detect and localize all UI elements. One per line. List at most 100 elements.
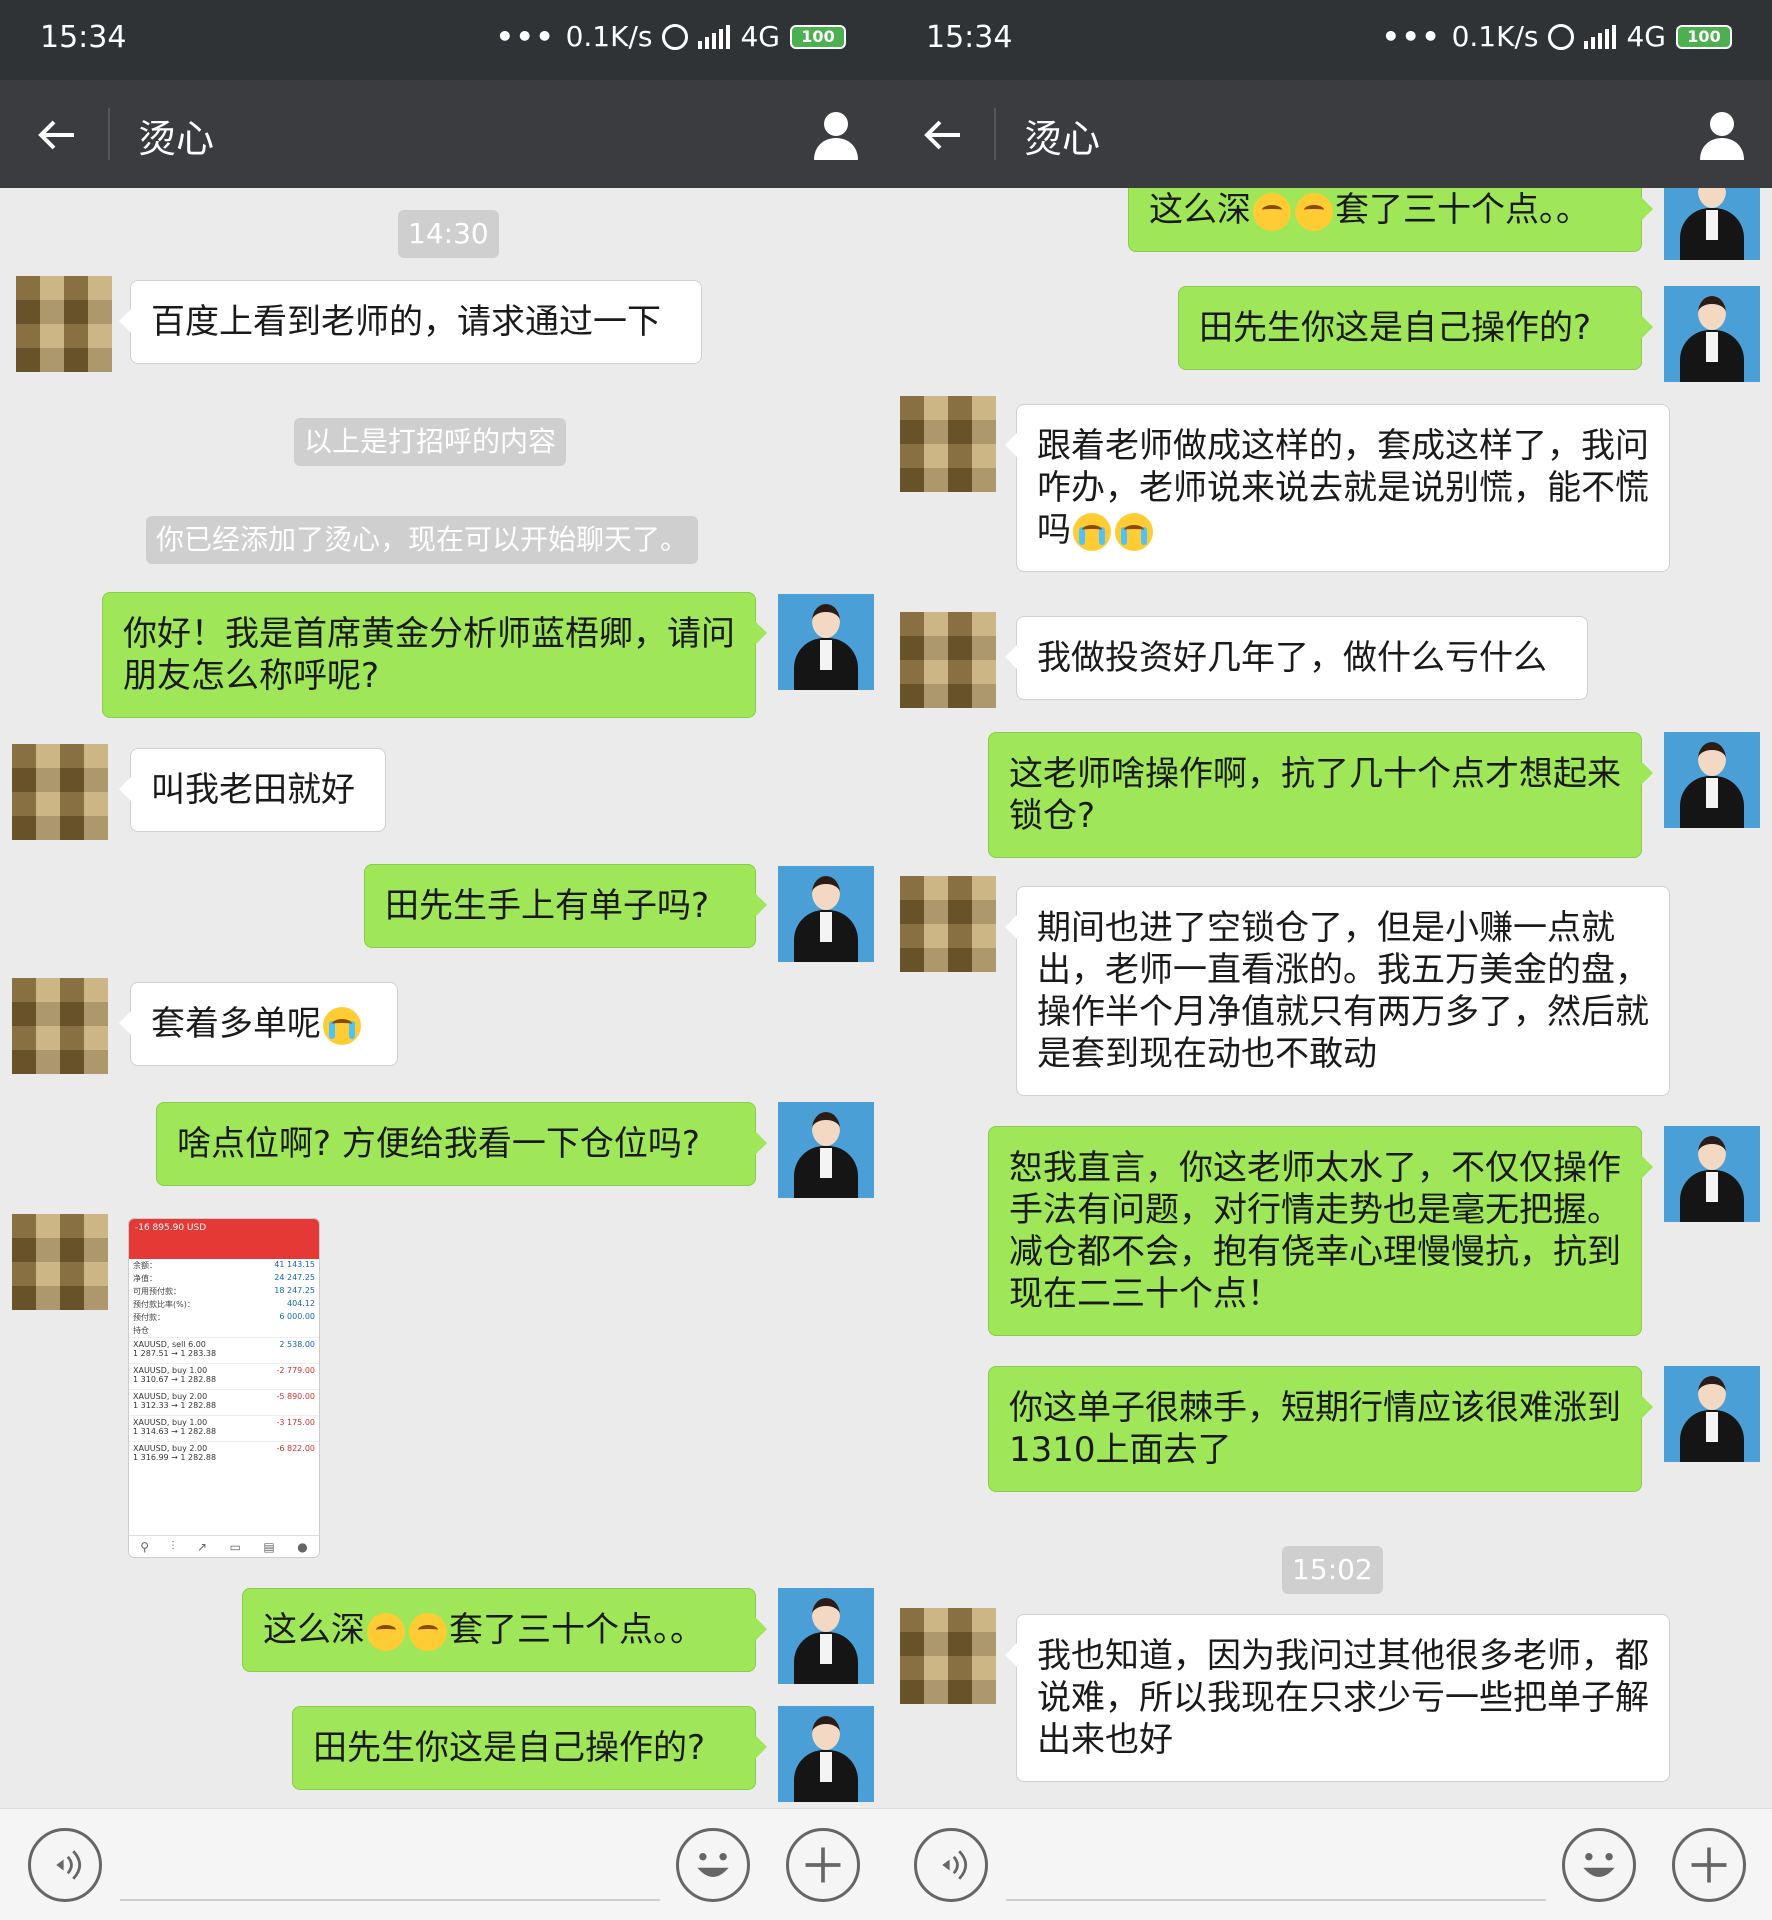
message-bubble[interactable]: 这老师啥操作啊，抗了几十个点才想起来锁仓? (988, 732, 1653, 858)
timestamp: 15:02 (1282, 1546, 1383, 1594)
screenshot-positions-label: 持仓 (133, 1326, 149, 1335)
screenshot-row: 预付款： 6 000.00 (133, 1312, 315, 1322)
contact-avatar[interactable] (12, 978, 108, 1074)
status-bar: 15:34 ••• 0.1K/s 4G 100 (886, 0, 1772, 80)
message-bubble[interactable]: 你好！我是首席黄金分析师蓝梧卿，请问朋友怎么称呼呢? (102, 592, 767, 718)
emoji-icon[interactable] (676, 1828, 750, 1902)
contact-avatar[interactable] (900, 876, 996, 972)
message-input[interactable] (1006, 1899, 1546, 1901)
voice-icon[interactable] (914, 1828, 988, 1902)
network-speed: 0.1K/s (565, 20, 653, 53)
sweat-emoji-icon (1295, 192, 1333, 231)
message-bubble[interactable]: 啥点位啊? 方便给我看一下仓位吗? (156, 1102, 767, 1186)
alarm-icon (662, 23, 689, 50)
message-text: 套了三十个点。。 (449, 1610, 704, 1650)
message-bubble[interactable]: 我做投资好几年了，做什么亏什么 (1005, 616, 1588, 700)
message-text: 套了三十个点。。 (1335, 190, 1590, 230)
status-indicators: ••• 0.1K/s 4G 100 (496, 20, 846, 53)
chat-header: 烫心 (0, 80, 886, 188)
chat-panel-right: 这么深 套了三十个点。。 田先生你这是自己操作的? 跟着老师做成这样的，套成这样了… (886, 0, 1772, 1920)
network-type: 4G (1626, 20, 1666, 53)
back-arrow-icon[interactable] (30, 108, 84, 162)
network-speed: 0.1K/s (1451, 20, 1539, 53)
message-text: 套着多单呢 (151, 1004, 321, 1044)
contact-avatar[interactable] (900, 612, 996, 708)
emoji-icon[interactable] (1562, 1828, 1636, 1902)
signal-icon (1584, 24, 1617, 49)
plus-icon[interactable] (1672, 1828, 1746, 1902)
image-message[interactable]: -16 895.90 USD 余额： 41 143.15 净值： 24 247.25… (128, 1218, 320, 1558)
voice-icon[interactable] (28, 1828, 102, 1902)
message-bubble[interactable]: 田先生手上有单子吗? (364, 864, 767, 948)
chat-title: 烫心 (138, 117, 215, 161)
screenshot-row: 可用预付款： 18 247.25 (133, 1286, 315, 1296)
timestamp: 14:30 (398, 210, 499, 258)
message-bubble[interactable]: 这么深 套了三十个点。。 (242, 1588, 767, 1672)
status-bar: 15:34 ••• 0.1K/s 4G 100 (0, 0, 886, 80)
message-text: 这么深 (263, 1610, 365, 1650)
system-message: 以上是打招呼的内容 (294, 418, 567, 466)
contact-avatar[interactable] (12, 744, 108, 840)
input-bar (0, 1808, 886, 1920)
network-type: 4G (740, 20, 780, 53)
my-avatar[interactable] (1664, 732, 1760, 828)
my-avatar[interactable] (778, 1102, 874, 1198)
message-text: 这么深 (1149, 190, 1251, 230)
screenshot-row: 净值： 24 247.25 (133, 1273, 315, 1283)
screenshot-trade: XAUUSD, buy 1.00 1 314.63 → 1 282.88 -3 17… (129, 1415, 319, 1441)
contact-avatar[interactable] (900, 1608, 996, 1704)
alarm-icon (1548, 23, 1575, 50)
my-avatar[interactable] (1664, 1126, 1760, 1222)
screenshot-trade: XAUUSD, sell 6.00 1 287.51 → 1 283.38 2 53… (129, 1337, 319, 1363)
message-bubble[interactable]: 叫我老田就好 (119, 748, 386, 832)
crying-emoji-icon (1073, 512, 1111, 551)
input-bar (886, 1808, 1772, 1920)
message-bubble[interactable]: 我也知道，因为我问过其他很多老师，都说难，所以我现在只求少亏一些把单子解出来也好 (1005, 1614, 1670, 1782)
message-bubble[interactable]: 你这单子很棘手，短期行情应该很难涨到1310上面去了 (988, 1366, 1653, 1492)
message-bubble[interactable]: 跟着老师做成这样的，套成这样了，我问咋办，老师说来说去就是说别慌，能不慌吗 (1005, 404, 1670, 572)
my-avatar[interactable] (778, 1588, 874, 1684)
title-divider (994, 108, 996, 160)
contact-avatar[interactable] (900, 396, 996, 492)
screenshot-row: 余额： 41 143.15 (133, 1260, 315, 1270)
screenshot-trade: XAUUSD, buy 2.00 1 312.33 → 1 282.88 -5 89… (129, 1389, 319, 1415)
crying-emoji-icon (1115, 512, 1153, 551)
dots-icon: ••• (1381, 20, 1442, 53)
crying-emoji-icon (323, 1006, 361, 1045)
message-bubble[interactable]: 田先生你这是自己操作的? (292, 1706, 767, 1790)
message-bubble[interactable]: 套着多单呢 (119, 982, 398, 1066)
sweat-emoji-icon (367, 1612, 405, 1651)
screenshot-balance: -16 895.90 USD (135, 1223, 207, 1233)
message-bubble[interactable]: 田先生你这是自己操作的? (1178, 286, 1653, 370)
battery-icon: 100 (790, 24, 846, 49)
my-avatar[interactable] (778, 594, 874, 690)
screenshot-row: 预付款比率(%)： 404.12 (133, 1299, 315, 1309)
my-avatar[interactable] (778, 1706, 874, 1802)
contact-avatar[interactable] (16, 276, 112, 372)
plus-icon[interactable] (786, 1828, 860, 1902)
status-indicators: ••• 0.1K/s 4G 100 (1382, 20, 1732, 53)
contact-icon[interactable] (808, 106, 864, 162)
sweat-emoji-icon (409, 1612, 447, 1651)
message-bubble[interactable]: 恕我直言，你这老师太水了，不仅仅操作手法有问题，对行情走势也是毫无把握。减仓都不… (988, 1126, 1653, 1336)
dots-icon: ••• (495, 20, 556, 53)
my-avatar[interactable] (1664, 286, 1760, 382)
message-bubble[interactable]: 百度上看到老师的，请求通过一下 (119, 280, 702, 364)
sweat-emoji-icon (1253, 192, 1291, 231)
screenshot-toolbar: ⚲ ⫶ ↗ ▭ ▤ ● (129, 1535, 319, 1557)
message-input[interactable] (120, 1899, 660, 1901)
signal-icon (698, 24, 731, 49)
contact-icon[interactable] (1694, 106, 1750, 162)
screenshot-trade: XAUUSD, buy 2.00 1 316.99 → 1 282.88 -6 82… (129, 1441, 319, 1467)
my-avatar[interactable] (1664, 1366, 1760, 1462)
screenshot-header: -16 895.90 USD (129, 1219, 319, 1259)
my-avatar[interactable] (778, 866, 874, 962)
chat-panel-left: 15:34 ••• 0.1K/s 4G 100 烫心 14:30 百度上看到老师… (0, 0, 886, 1920)
chat-title: 烫心 (1024, 117, 1101, 161)
message-bubble[interactable]: 期间也进了空锁仓了，但是小赚一点就出，老师一直看涨的。我五万美金的盘，操作半个月… (1005, 886, 1670, 1096)
back-arrow-icon[interactable] (916, 108, 970, 162)
battery-icon: 100 (1676, 24, 1732, 49)
chat-header: 烫心 (886, 80, 1772, 188)
contact-avatar[interactable] (12, 1214, 108, 1310)
title-divider (108, 108, 110, 160)
